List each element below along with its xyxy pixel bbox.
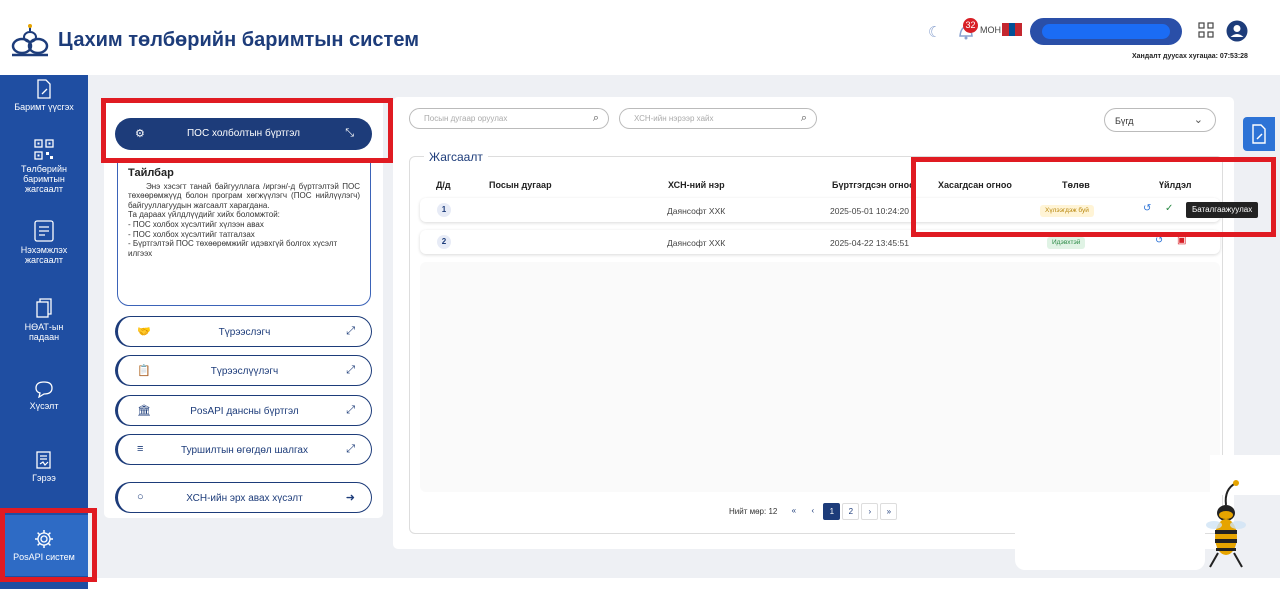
column-header: Бүртгэгдсэн огноо bbox=[832, 180, 915, 190]
bee-mascot-icon bbox=[1206, 480, 1246, 568]
sidebar-item-label: Төлбөрийн баримтын жагсаалт bbox=[21, 164, 67, 194]
company-cell: Даянсофт ХХК bbox=[667, 238, 726, 248]
chevron-down-icon: ⌄ bbox=[1193, 114, 1203, 126]
access-request-button[interactable]: ○ ХСН-ийн эрх авах хүсэлт ➜ bbox=[115, 482, 372, 513]
notification-badge: 32 bbox=[963, 18, 978, 33]
logo-icon bbox=[11, 24, 49, 57]
arrow-right-icon: ➜ bbox=[345, 492, 355, 504]
status-select[interactable]: Бүгд ⌄ bbox=[1104, 108, 1216, 132]
last-page-button[interactable]: » bbox=[880, 502, 898, 520]
access-request-label: ХСН-ийн эрх авах хүсэлт bbox=[186, 493, 303, 504]
sidebar-item-create-receipt[interactable]: Баримт үүсгэх bbox=[0, 79, 88, 112]
expand-icon: ⤢ bbox=[346, 325, 355, 337]
highlight-box-posapi bbox=[0, 508, 97, 582]
chat-icon bbox=[35, 381, 53, 398]
expand-icon: ⤢ bbox=[346, 443, 355, 455]
status-badge: Идэвхтэй bbox=[1047, 237, 1086, 249]
test-data-check-label: Туршилтын өгөгдөл шалгах bbox=[181, 445, 308, 456]
registered-date-cell: 2025-04-22 13:45:51 bbox=[830, 238, 909, 248]
column-header: Д/д bbox=[436, 180, 451, 190]
user-avatar-icon[interactable] bbox=[1226, 20, 1248, 42]
document-edit-icon bbox=[1252, 124, 1266, 144]
moon-icon[interactable]: ☾ bbox=[928, 23, 941, 41]
column-header: ХСН-ний нэр bbox=[668, 180, 725, 190]
info-line: - ПОС холбох хүсэлтийг татгалзах bbox=[128, 229, 255, 239]
next-page-button[interactable]: › bbox=[861, 502, 879, 520]
sidebar-item-vat-invoice[interactable]: НӨАТ-ын падаан bbox=[0, 297, 88, 342]
page-button[interactable]: 2 bbox=[842, 502, 860, 520]
top-header: Цахим төлбөрийн баримтын систем ☾ 32 MOH… bbox=[0, 0, 1280, 75]
copy-icon bbox=[36, 298, 52, 318]
pagination: Нийт мөр: 12 « ‹ 1 2 › » bbox=[729, 500, 898, 522]
sidebar-item-receipt-list[interactable]: Төлбөрийн баримтын жагсаалт bbox=[0, 139, 88, 194]
document-edit-icon bbox=[37, 79, 51, 99]
sidebar-item-label: Хүсэлт bbox=[29, 401, 59, 411]
redacted-area bbox=[1015, 500, 1205, 570]
sidebar-item-requests[interactable]: Хүсэлт bbox=[0, 380, 88, 411]
sidebar-item-invoice-list[interactable]: Нэхэмжлэх жагсаалт bbox=[0, 220, 88, 265]
app-title: Цахим төлбөрийн баримтын систем bbox=[58, 29, 419, 51]
info-line: Та дараах үйлдлүүдийг хийх боломжтой: bbox=[128, 210, 280, 220]
total-rows: Нийт мөр: 12 bbox=[729, 506, 778, 516]
mongolia-flag-icon[interactable] bbox=[1002, 23, 1023, 36]
info-line: - Бүртгэлтэй ПОС төхөөрөмжийг идэвхгүй б… bbox=[128, 239, 338, 258]
info-paragraph: Энэ хэсэгт танай байгууллага /иргэн/-д б… bbox=[128, 181, 360, 210]
posapi-account-button[interactable]: 🏛 PosAPI дансны бүртгэл ⤢ bbox=[115, 395, 372, 426]
company-placeholder: ХСН-ийн нэрээр хайх bbox=[634, 114, 714, 123]
section-title: Жагсаалт bbox=[424, 150, 488, 164]
user-name-pill[interactable] bbox=[1030, 18, 1182, 45]
info-line: - ПОС холбох хүсэлтийг хүлээн авах bbox=[128, 219, 264, 229]
info-box: Тайлбар Энэ хэсэгт танай байгууллага /ир… bbox=[117, 163, 371, 306]
apps-grid-icon[interactable] bbox=[1198, 22, 1214, 38]
floating-document-button[interactable] bbox=[1243, 117, 1275, 151]
row-number: 2 bbox=[437, 235, 451, 249]
search-icon[interactable]: ⌕ bbox=[801, 112, 807, 125]
highlight-box-actions bbox=[911, 157, 1276, 237]
expand-icon: ⤢ bbox=[346, 364, 355, 376]
language-label[interactable]: MOH bbox=[980, 25, 1001, 35]
pos-number-search[interactable]: Посын дугаар оруулах ⌕ bbox=[409, 108, 609, 129]
contract-icon bbox=[36, 451, 51, 469]
tenant-button[interactable]: 🤝 Түрээслэгч ⤢ bbox=[115, 316, 372, 347]
expand-icon: ⤢ bbox=[346, 404, 355, 416]
row-number: 1 bbox=[437, 203, 451, 217]
page-button[interactable]: 1 bbox=[823, 502, 841, 520]
sidebar-item-contract[interactable]: Гэрээ bbox=[0, 450, 88, 483]
prev-page-button[interactable]: ‹ bbox=[804, 502, 822, 520]
sidebar-item-label: НӨАТ-ын падаан bbox=[24, 322, 64, 342]
qr-code-icon bbox=[34, 139, 54, 160]
lessor-label: Түрээслүүлэгч bbox=[210, 366, 279, 377]
session-timer: Хандалт дуусах хугацаа: 07:53:28 bbox=[1132, 53, 1248, 60]
info-title: Тайлбар bbox=[128, 167, 174, 179]
registered-date-cell: 2025-05-01 10:24:20 bbox=[830, 206, 909, 216]
sidebar-item-label: Баримт үүсгэх bbox=[14, 102, 74, 112]
bottom-strip bbox=[88, 578, 1280, 589]
sidebar-item-label: Нэхэмжлэх жагсаалт bbox=[20, 245, 68, 265]
invoice-icon bbox=[34, 220, 54, 242]
list-placeholder bbox=[420, 262, 1220, 492]
tenant-label: Түрээслэгч bbox=[218, 327, 271, 338]
first-page-button[interactable]: « bbox=[785, 502, 803, 520]
status-select-value: Бүгд bbox=[1115, 116, 1134, 126]
sidebar-item-label: Гэрээ bbox=[32, 473, 56, 483]
pos-number-placeholder: Посын дугаар оруулах bbox=[424, 114, 508, 123]
test-data-check-button[interactable]: ≡ Туршилтын өгөгдөл шалгах ⤢ bbox=[115, 434, 372, 465]
lessor-button[interactable]: 📋 Түрээслүүлэгч ⤢ bbox=[115, 355, 372, 386]
company-search[interactable]: ХСН-ийн нэрээр хайх ⌕ bbox=[619, 108, 817, 129]
company-cell: Даянсофт ХХК bbox=[667, 206, 726, 216]
highlight-box-pos-registry bbox=[101, 98, 393, 163]
column-header: Посын дугаар bbox=[489, 180, 552, 190]
posapi-account-label: PosAPI дансны бүртгэл bbox=[190, 406, 299, 417]
search-icon[interactable]: ⌕ bbox=[593, 112, 599, 125]
